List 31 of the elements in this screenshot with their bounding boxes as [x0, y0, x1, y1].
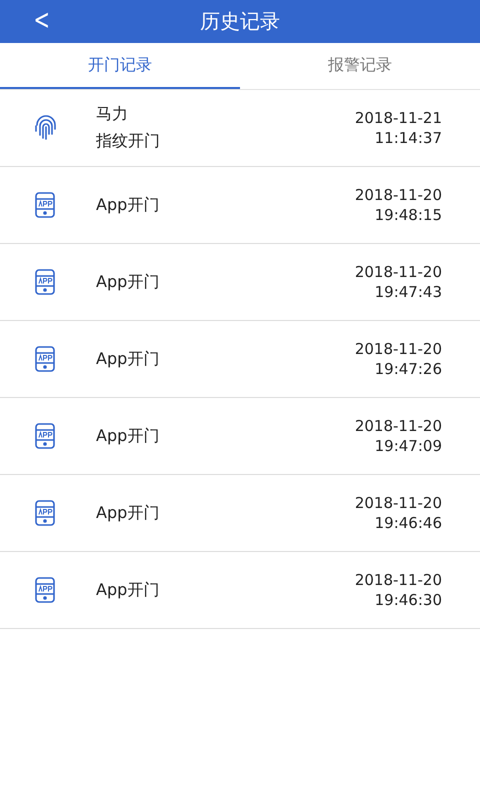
- record-time: 19:46:30: [374, 591, 442, 609]
- unlock-method: App开门: [96, 502, 160, 524]
- phone-app-icon: [34, 577, 56, 603]
- unlock-method: App开门: [96, 348, 160, 370]
- record-time: 11:14:37: [374, 129, 442, 147]
- record-date: 2018-11-20: [354, 340, 442, 358]
- record-time: 19:47:43: [374, 283, 442, 301]
- record-date: 2018-11-20: [354, 494, 442, 512]
- record-time: 19:46:46: [374, 514, 442, 532]
- record-date: 2018-11-20: [354, 417, 442, 435]
- record-time: 19:48:15: [374, 206, 442, 224]
- back-button[interactable]: <: [30, 2, 53, 38]
- unlock-method: App开门: [96, 580, 160, 600]
- record-time: 19:47:26: [374, 360, 442, 378]
- unlock-method: App开门: [96, 272, 160, 292]
- record-date: 2018-11-20: [354, 263, 442, 281]
- record-date: 2018-11-21: [354, 109, 442, 127]
- record-date: 2018-11-20: [354, 571, 442, 589]
- phone-app-icon: [34, 192, 56, 218]
- record-time: 19:47:09: [374, 437, 442, 455]
- phone-app-icon: [34, 500, 56, 526]
- phone-app-icon: [34, 423, 56, 449]
- screen-title: 历史记录: [200, 8, 280, 35]
- unlock-method: App开门: [96, 194, 160, 216]
- unlock-method: 指纹开门: [96, 131, 161, 152]
- user-name: 马力: [96, 104, 129, 125]
- phone-app-icon: [34, 346, 56, 372]
- record-date: 2018-11-20: [354, 186, 442, 204]
- unlock-method: App开门: [96, 426, 160, 446]
- phone-app-icon: [34, 269, 56, 295]
- fingerprint-icon: [34, 115, 58, 141]
